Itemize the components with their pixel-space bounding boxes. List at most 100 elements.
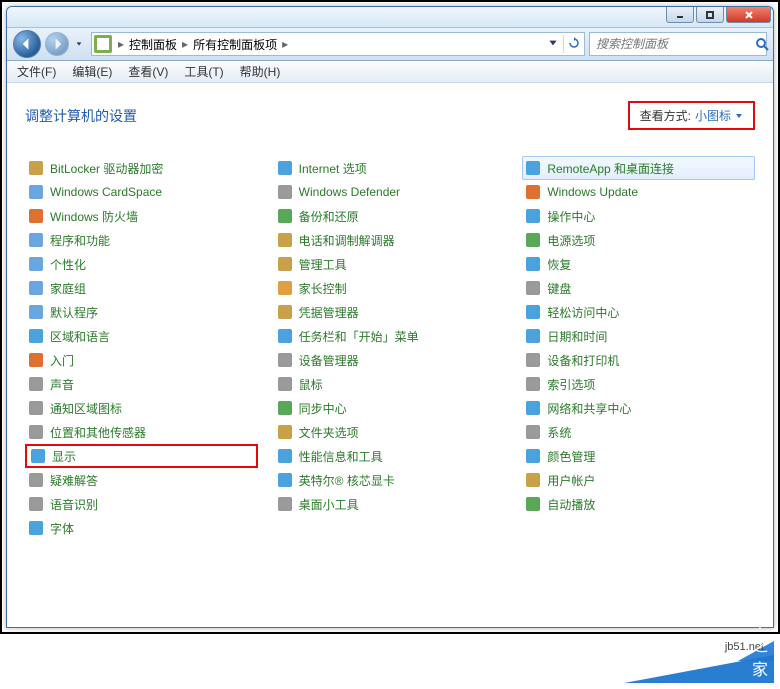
control-panel-item[interactable]: 位置和其他传感器 — [25, 420, 258, 444]
item-icon — [277, 160, 293, 176]
control-panel-item[interactable]: Windows CardSpace — [25, 180, 258, 204]
minimize-button[interactable] — [666, 7, 694, 23]
item-icon — [525, 376, 541, 392]
control-panel-item[interactable]: 设备管理器 — [274, 348, 507, 372]
menu-edit[interactable]: 编辑(E) — [66, 63, 118, 80]
control-panel-item[interactable]: Windows Update — [522, 180, 755, 204]
item-label: 通知区域图标 — [50, 400, 122, 417]
control-panel-item[interactable]: 个性化 — [25, 252, 258, 276]
item-icon — [28, 184, 44, 200]
control-panel-item[interactable]: 家长控制 — [274, 276, 507, 300]
maximize-button[interactable] — [696, 7, 724, 23]
back-button[interactable] — [13, 30, 41, 58]
control-panel-item[interactable]: 操作中心 — [522, 204, 755, 228]
address-dropdown[interactable] — [547, 37, 559, 52]
control-panel-item[interactable]: 日期和时间 — [522, 324, 755, 348]
control-panel-item[interactable]: 英特尔® 核芯显卡 — [274, 468, 507, 492]
menu-view[interactable]: 查看(V) — [122, 63, 174, 80]
item-icon — [525, 208, 541, 224]
item-label: 家庭组 — [50, 280, 86, 297]
control-panel-item[interactable]: 轻松访问中心 — [522, 300, 755, 324]
control-panel-item[interactable]: 恢复 — [522, 252, 755, 276]
control-panel-item[interactable]: 家庭组 — [25, 276, 258, 300]
control-panel-item[interactable]: 区域和语言 — [25, 324, 258, 348]
control-panel-item[interactable]: 鼠标 — [274, 372, 507, 396]
control-panel-item[interactable]: 同步中心 — [274, 396, 507, 420]
item-icon — [28, 256, 44, 272]
control-panel-item[interactable]: 网络和共享中心 — [522, 396, 755, 420]
control-panel-item[interactable]: 显示 — [27, 446, 256, 466]
item-label: 凭据管理器 — [299, 304, 359, 321]
control-panel-item[interactable]: Windows 防火墙 — [25, 204, 258, 228]
breadcrumb-item[interactable]: 控制面板 — [126, 36, 180, 53]
item-label: 恢复 — [547, 256, 571, 273]
item-label: 任务栏和「开始」菜单 — [299, 328, 419, 345]
control-panel-item[interactable]: 电源选项 — [522, 228, 755, 252]
control-panel-item[interactable]: RemoteApp 和桌面连接 — [522, 156, 755, 180]
item-icon — [28, 280, 44, 296]
control-panel-item[interactable]: 程序和功能 — [25, 228, 258, 252]
search-input[interactable] — [594, 36, 755, 52]
control-panel-item[interactable]: 通知区域图标 — [25, 396, 258, 420]
menu-help[interactable]: 帮助(H) — [234, 63, 287, 80]
item-label: 显示 — [52, 448, 76, 465]
control-panel-item[interactable]: 电话和调制解调器 — [274, 228, 507, 252]
control-panel-item[interactable]: BitLocker 驱动器加密 — [25, 156, 258, 180]
control-panel-item[interactable]: 管理工具 — [274, 252, 507, 276]
menu-file[interactable]: 文件(F) — [11, 63, 62, 80]
close-button[interactable] — [726, 7, 771, 23]
item-icon — [28, 352, 44, 368]
control-panel-item[interactable]: 自动播放 — [522, 492, 755, 516]
item-icon — [525, 328, 541, 344]
control-panel-item[interactable]: 用户帐户 — [522, 468, 755, 492]
item-icon — [525, 256, 541, 272]
item-label: 个性化 — [50, 256, 86, 273]
breadcrumb-item[interactable]: 所有控制面板项 — [190, 36, 280, 53]
control-panel-item[interactable]: Internet 选项 — [274, 156, 507, 180]
control-panel-item[interactable]: 性能信息和工具 — [274, 444, 507, 468]
item-label: 备份和还原 — [299, 208, 359, 225]
item-label: 设备管理器 — [299, 352, 359, 369]
control-panel-item[interactable]: 任务栏和「开始」菜单 — [274, 324, 507, 348]
control-panel-item[interactable]: 疑难解答 — [25, 468, 258, 492]
history-dropdown[interactable] — [75, 37, 87, 51]
control-panel-item[interactable]: 索引选项 — [522, 372, 755, 396]
refresh-button[interactable] — [568, 37, 580, 52]
search-icon[interactable] — [755, 37, 769, 51]
control-panel-item[interactable]: 声音 — [25, 372, 258, 396]
control-panel-item[interactable]: 入门 — [25, 348, 258, 372]
item-icon — [28, 160, 44, 176]
control-panel-icon — [94, 35, 112, 53]
control-panel-item[interactable]: 语音识别 — [25, 492, 258, 516]
control-panel-item[interactable]: 设备和打印机 — [522, 348, 755, 372]
item-label: 电话和调制解调器 — [299, 232, 395, 249]
view-mode-selector[interactable]: 查看方式: 小图标 — [628, 101, 755, 130]
breadcrumb-sep: ▸ — [116, 37, 126, 51]
item-icon — [525, 496, 541, 512]
item-icon — [28, 208, 44, 224]
item-label: 疑难解答 — [50, 472, 98, 489]
control-panel-item[interactable]: 键盘 — [522, 276, 755, 300]
item-label: 操作中心 — [547, 208, 595, 225]
control-panel-item[interactable]: 凭据管理器 — [274, 300, 507, 324]
control-panel-item[interactable]: 备份和还原 — [274, 204, 507, 228]
forward-button[interactable] — [45, 32, 69, 56]
control-panel-item[interactable]: 颜色管理 — [522, 444, 755, 468]
control-panel-item[interactable]: 默认程序 — [25, 300, 258, 324]
item-label: 索引选项 — [547, 376, 595, 393]
item-icon — [525, 280, 541, 296]
control-panel-item[interactable]: 字体 — [25, 516, 258, 540]
item-icon — [277, 448, 293, 464]
search-box[interactable] — [589, 32, 767, 56]
watermark-text: 脚本之家 — [752, 584, 768, 680]
item-label: 鼠标 — [299, 376, 323, 393]
control-panel-item[interactable]: 系统 — [522, 420, 755, 444]
menu-tools[interactable]: 工具(T) — [178, 63, 229, 80]
address-bar[interactable]: ▸ 控制面板 ▸ 所有控制面板项 ▸ — [91, 32, 585, 56]
item-icon — [277, 424, 293, 440]
control-panel-item[interactable]: 桌面小工具 — [274, 492, 507, 516]
control-panel-item[interactable]: Windows Defender — [274, 180, 507, 204]
item-icon — [28, 376, 44, 392]
control-panel-item[interactable]: 文件夹选项 — [274, 420, 507, 444]
item-icon — [30, 448, 46, 464]
